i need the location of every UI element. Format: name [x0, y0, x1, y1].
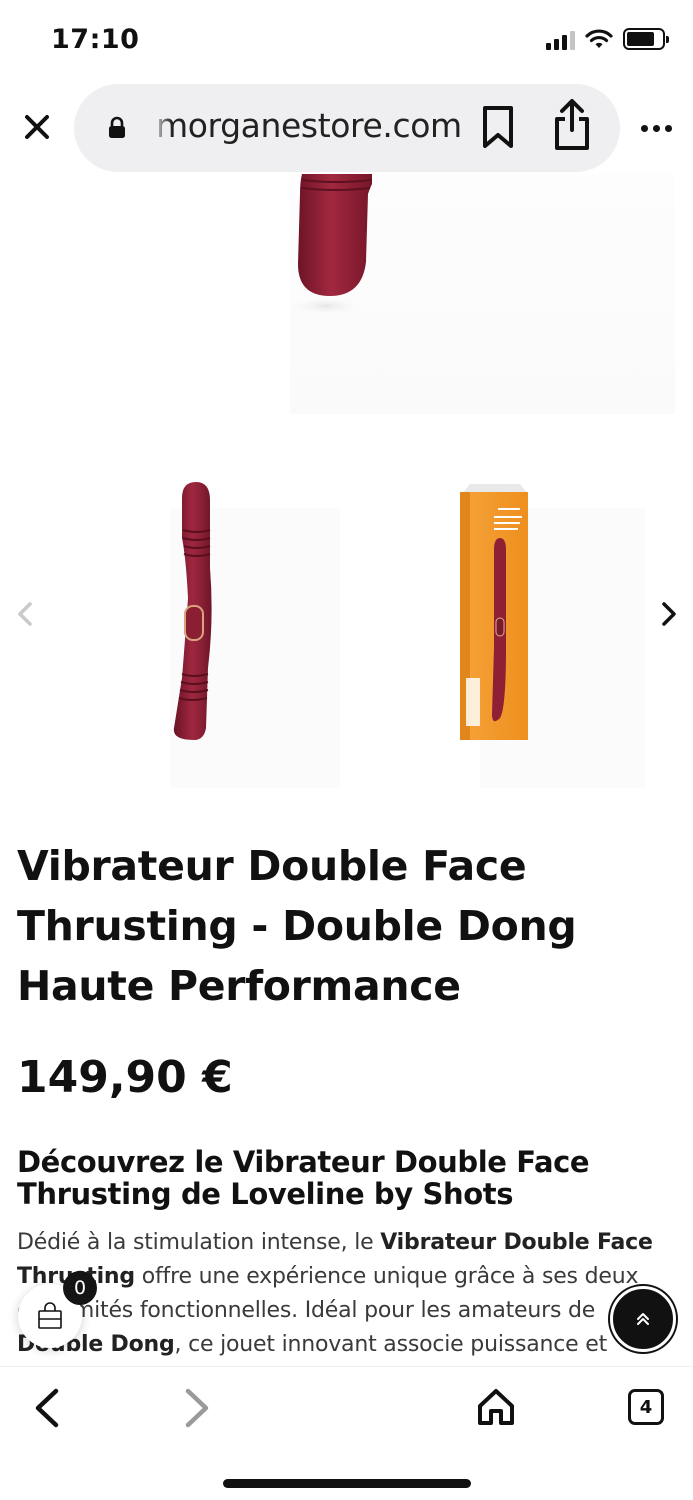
address-bar[interactable]: morganestore.com	[74, 84, 620, 172]
description-heading: Découvrez le Vibrateur Double Face Thrus…	[17, 1145, 590, 1211]
status-time: 17:10	[51, 24, 140, 55]
battery-icon	[623, 28, 669, 50]
close-icon	[25, 115, 49, 139]
product-price: 149,90 €	[17, 1052, 233, 1103]
description-text: Dédié à la stimulation intense, le Vibra…	[17, 1226, 677, 1368]
chevron-left-icon	[18, 602, 32, 626]
description-clip: Dédié à la stimulation intense, le Vibra…	[0, 1220, 693, 1368]
description-text-part: Dédié à la stimulation intense, le	[17, 1230, 381, 1255]
status-icons	[546, 28, 669, 50]
bookmark-button[interactable]	[478, 104, 518, 150]
back-icon	[35, 1388, 59, 1428]
more-button[interactable]	[636, 118, 676, 138]
product-title: Vibrateur Double Face Thrusting - Double…	[17, 842, 577, 1010]
home-button[interactable]	[476, 1387, 516, 1427]
thumbnail-carousel	[0, 460, 693, 800]
tabs-button[interactable]: 4	[628, 1389, 664, 1425]
chevron-right-icon	[662, 602, 676, 626]
carousel-next-button[interactable]	[652, 598, 684, 630]
cart-count-badge: 0	[63, 1271, 97, 1305]
product-thumbnail[interactable]	[110, 478, 340, 788]
share-button[interactable]	[550, 98, 594, 152]
cellular-signal-icon	[546, 28, 575, 50]
more-icon	[640, 124, 648, 132]
forward-button[interactable]	[178, 1387, 214, 1429]
wifi-icon	[585, 29, 613, 48]
product-main-image[interactable]	[0, 174, 693, 424]
back-button[interactable]	[30, 1387, 66, 1429]
product-box-image	[460, 484, 528, 740]
browser-toolbar: 4	[0, 1366, 693, 1500]
close-button[interactable]	[18, 108, 56, 146]
bookmark-icon	[483, 106, 513, 148]
url-text: morganestore.com	[156, 106, 462, 145]
home-indicator	[223, 1479, 471, 1488]
carousel-prev-button[interactable]	[10, 598, 42, 630]
product-image-thumbnail	[173, 482, 212, 740]
share-icon	[555, 99, 589, 150]
double-chevron-up-icon	[637, 1313, 649, 1325]
browser-bar: morganestore.com	[0, 84, 693, 174]
product-thumbnail[interactable]	[420, 478, 645, 788]
home-icon	[478, 1389, 514, 1425]
lock-icon	[109, 116, 125, 138]
product-image-top	[286, 174, 373, 316]
status-bar: 17:10	[0, 0, 693, 84]
url-fade	[152, 100, 172, 156]
shopping-bag-icon	[38, 1302, 62, 1329]
scroll-to-top-button[interactable]	[610, 1286, 676, 1352]
forward-icon	[185, 1388, 209, 1428]
